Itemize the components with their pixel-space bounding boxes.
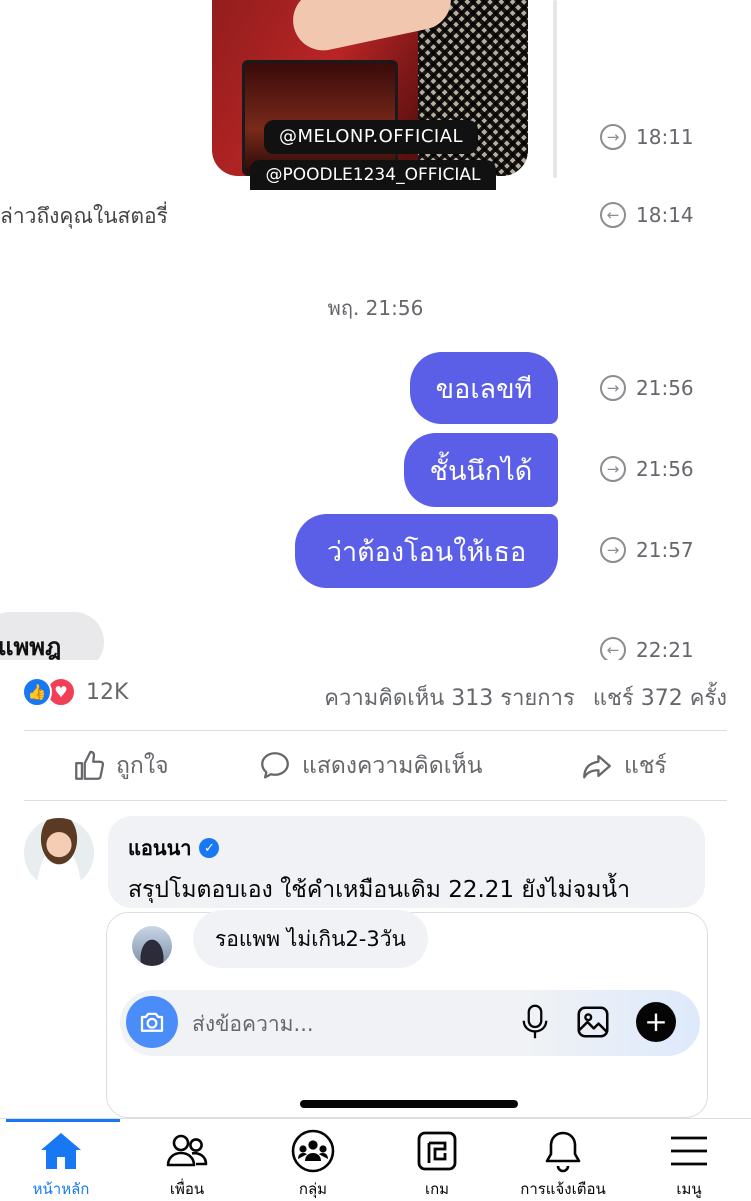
message-input[interactable]: ส่งข้อความ... <box>192 1008 314 1041</box>
nav-label: เพื่อน <box>169 1180 205 1198</box>
story-tag: @MELONP.OFFICIAL <box>264 120 478 154</box>
divider <box>24 730 727 731</box>
nav-label: กลุ่ม <box>298 1180 328 1198</box>
chat-screenshot: @MELONP.OFFICIAL @POODLE1234_OFFICIAL → … <box>0 0 751 660</box>
comment-button[interactable]: แสดงความคิดเห็น <box>258 732 482 800</box>
reaction-icons[interactable]: 👍 ♥ <box>22 677 82 709</box>
comment-icon <box>261 752 289 779</box>
like-label: ถูกใจ <box>116 753 169 779</box>
sent-arrow-icon: → <box>600 375 626 401</box>
like-reaction-icon: 👍 <box>22 677 52 707</box>
message-time: 18:11 <box>636 125 694 149</box>
outgoing-message[interactable]: ว่าต้องโอนให้เธอ <box>295 514 558 588</box>
comment-bubble[interactable]: แอนนา ✓ สรุปโมตอบเอง ใช้คำเหมือนเดิม 22.… <box>108 816 705 908</box>
home-icon <box>41 1133 81 1169</box>
message-time: 21:56 <box>636 376 694 400</box>
microphone-button[interactable] <box>520 1003 550 1045</box>
comment-count[interactable]: ความคิดเห็น 313 รายการ <box>324 680 575 715</box>
camera-icon <box>140 1012 164 1032</box>
comment-text: สรุปโมตอบเอง ใช้คำเหมือนเดิม 22.21 ยังไม… <box>128 877 631 903</box>
nav-groups[interactable]: กลุ่ม <box>258 1127 368 1201</box>
menu-icon <box>671 1136 707 1166</box>
divider <box>24 800 727 801</box>
incoming-message[interactable]: แพพฎ <box>0 612 104 660</box>
comment-label: แสดงความคิดเห็น <box>302 753 483 779</box>
friends-icon <box>166 1134 208 1167</box>
reply-text: รอแพพ ไม่เกิน2-3วัน <box>215 926 406 951</box>
like-button[interactable]: ถูกใจ <box>72 732 169 800</box>
share-button[interactable]: แชร์ <box>580 732 667 800</box>
groups-icon <box>291 1129 335 1173</box>
comment-author[interactable]: แอนนา ✓ <box>128 832 685 864</box>
verified-badge-icon: ✓ <box>199 838 220 858</box>
reply-bubble[interactable]: รอแพพ ไม่เกิน2-3วัน <box>193 910 428 968</box>
avatar[interactable] <box>24 818 94 888</box>
message-time: 21:56 <box>636 457 694 481</box>
message-meta: → 21:56 <box>600 375 694 401</box>
message-time: 18:14 <box>636 203 694 227</box>
outgoing-message[interactable]: ชั้นนึกได้ <box>404 433 558 507</box>
bell-icon <box>545 1131 581 1173</box>
sent-arrow-icon: → <box>600 537 626 563</box>
nav-home[interactable]: หน้าหลัก <box>6 1127 116 1201</box>
post-stats-right: ความคิดเห็น 313 รายการ แชร์ 372 ครั้ง <box>324 680 727 715</box>
mention-meta: ← 18:14 <box>600 202 694 228</box>
nav-menu[interactable]: เมนู <box>634 1127 744 1201</box>
post-stats: 👍 ♥ 12K ความคิดเห็น 313 รายการ แชร์ 372 … <box>0 660 751 728</box>
outgoing-message[interactable]: ขอเลขที <box>410 352 558 424</box>
date-divider: พฤ. 21:56 <box>327 296 424 320</box>
nav-gaming[interactable]: เกม <box>382 1127 492 1201</box>
sent-arrow-icon: → <box>600 456 626 482</box>
story-image-bag <box>242 60 398 176</box>
nav-label: การแจ้งเตือน <box>520 1180 606 1198</box>
story-tag-secondary: @POODLE1234_OFFICIAL <box>250 160 496 190</box>
image-icon <box>577 1006 609 1038</box>
gallery-button[interactable] <box>574 1003 612 1045</box>
nav-label: เมนู <box>676 1180 702 1198</box>
reply-avatar[interactable] <box>132 926 172 966</box>
add-button[interactable]: + <box>636 1002 676 1042</box>
story-reply-bar <box>553 0 557 178</box>
message-time: 22:21 <box>636 638 694 660</box>
camera-button[interactable] <box>126 996 178 1048</box>
message-meta: ← 22:21 <box>600 637 694 660</box>
message-time: 21:57 <box>636 538 694 562</box>
message-meta: → 21:56 <box>600 456 694 482</box>
post-actions: ถูกใจ แสดงความคิดเห็น แชร์ <box>0 732 751 800</box>
comment-author-name: แอนนา <box>128 836 192 860</box>
sent-arrow-icon: → <box>600 124 626 150</box>
gaming-icon <box>417 1131 457 1171</box>
bottom-nav: หน้าหลัก เพื่อน กลุ่ม เกม การแจ้งเตือน เ… <box>0 1118 751 1201</box>
share-label: แชร์ <box>624 753 667 779</box>
received-arrow-icon: ← <box>600 202 626 228</box>
nav-label: เกม <box>424 1180 450 1198</box>
nav-label: หน้าหลัก <box>32 1180 90 1198</box>
share-arrow-icon <box>583 754 611 779</box>
story-meta: → 18:11 <box>600 124 694 150</box>
active-tab-indicator <box>6 1119 120 1122</box>
home-indicator <box>300 1100 518 1108</box>
plus-icon: + <box>644 1005 668 1038</box>
message-meta: → 21:57 <box>600 537 694 563</box>
received-arrow-icon: ← <box>600 637 626 660</box>
reaction-count[interactable]: 12K <box>86 680 128 705</box>
share-count[interactable]: แชร์ 372 ครั้ง <box>593 680 727 715</box>
microphone-icon <box>522 1004 548 1039</box>
nav-notifications[interactable]: การแจ้งเตือน <box>508 1127 618 1201</box>
story-mention-text: ล่าวถึงคุณในสตอรี่ <box>0 204 168 228</box>
nav-friends[interactable]: เพื่อน <box>132 1127 242 1201</box>
thumbs-up-icon <box>75 750 105 780</box>
